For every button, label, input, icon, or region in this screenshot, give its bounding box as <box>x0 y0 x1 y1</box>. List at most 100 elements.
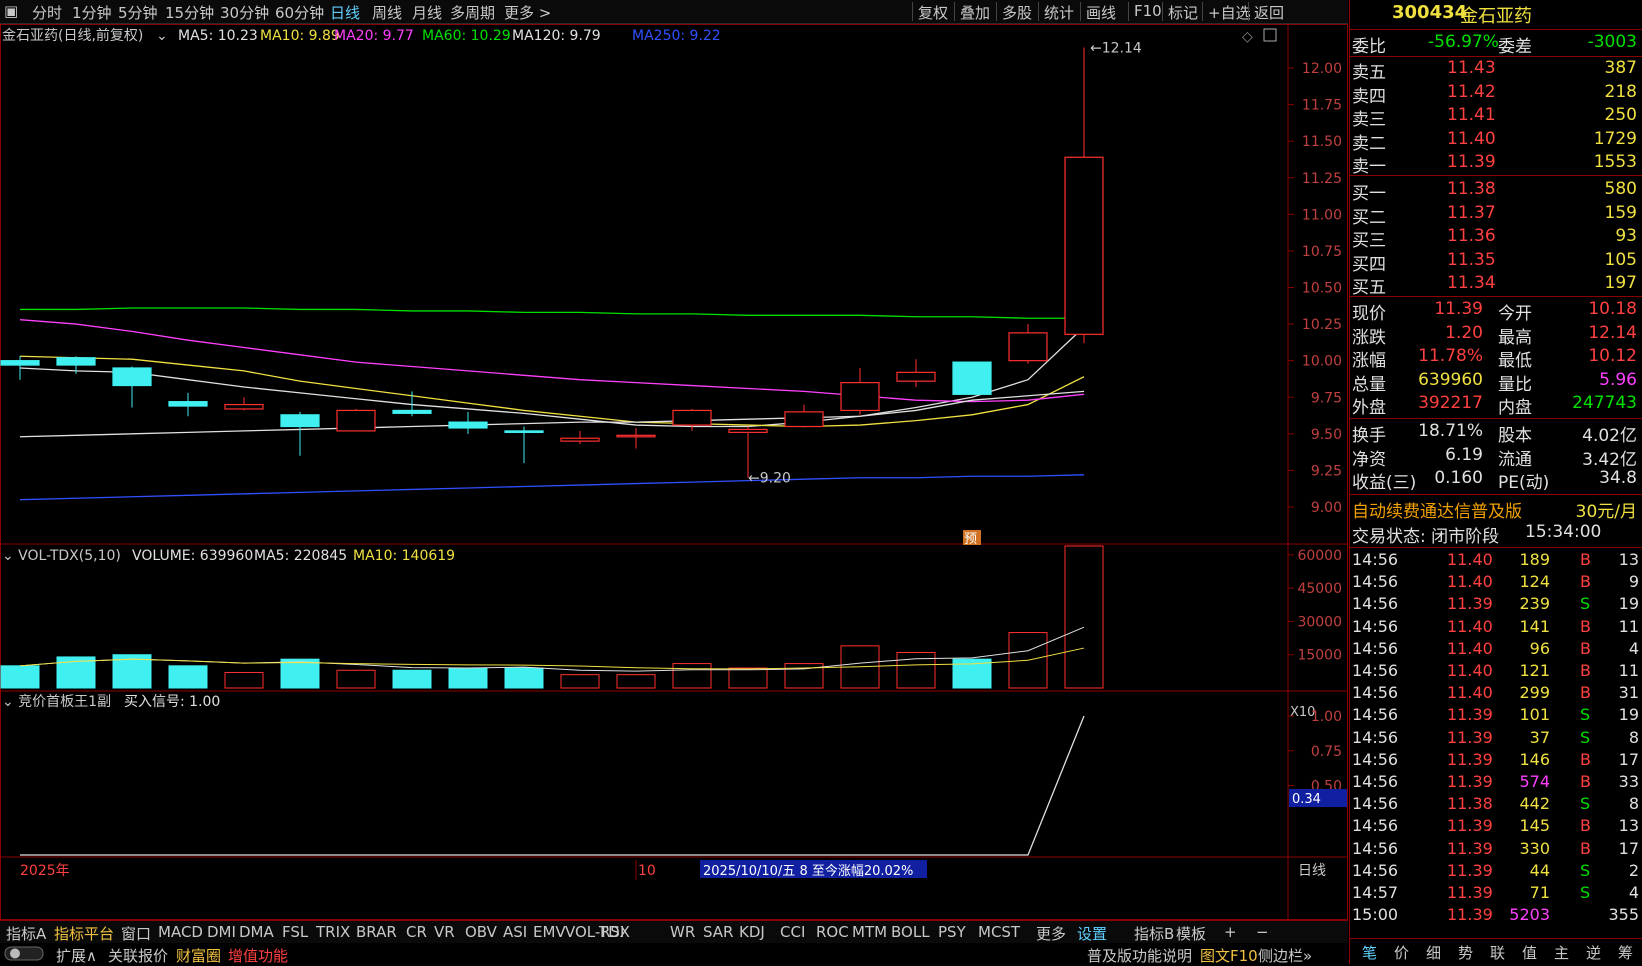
period-tab-5[interactable]: 60分钟 <box>275 2 324 23</box>
candle[interactable] <box>224 403 264 410</box>
indicator-tab-18[interactable]: KDJ <box>739 923 765 941</box>
toggle-icon[interactable] <box>4 944 44 966</box>
candle[interactable] <box>280 414 320 428</box>
candle[interactable] <box>840 382 880 412</box>
status-right-item-0[interactable]: 普及版功能说明 <box>1087 945 1192 966</box>
ask-price[interactable]: 11.39 <box>1447 152 1496 172</box>
candle[interactable] <box>0 360 40 366</box>
period-tab-0[interactable]: 分时 <box>32 2 62 23</box>
candle[interactable] <box>168 401 208 407</box>
volume-bar[interactable] <box>560 674 600 689</box>
window-menu-icon[interactable]: ▣ <box>4 2 18 20</box>
volume-bar[interactable] <box>896 652 936 689</box>
indicator-tab-16[interactable]: WR <box>670 923 695 941</box>
side-tab-0[interactable]: 笔 <box>1362 942 1377 963</box>
indicator-tab-22[interactable]: BOLL <box>891 923 930 941</box>
candle[interactable] <box>56 357 96 366</box>
status-right-item-2[interactable]: 侧边栏» <box>1258 945 1312 966</box>
indicator-tab-15[interactable]: RSI <box>600 923 624 941</box>
bid-price[interactable]: 11.36 <box>1447 226 1496 246</box>
candle[interactable] <box>448 421 488 429</box>
volume-bar[interactable] <box>448 667 488 689</box>
indicator-tab-11[interactable]: OBV <box>465 923 497 941</box>
status-item-3[interactable]: 增值功能 <box>228 945 288 966</box>
tool-button-3[interactable]: 统计 <box>1044 2 1074 23</box>
status-item-0[interactable]: 扩展∧ <box>56 945 97 966</box>
candle[interactable] <box>504 430 544 434</box>
settings-chevron-icon[interactable]: ⌄ <box>156 28 168 44</box>
side-tab-5[interactable]: 值 <box>1522 942 1537 963</box>
ask-price[interactable]: 11.41 <box>1447 105 1496 125</box>
side-tab-6[interactable]: 主 <box>1554 942 1569 963</box>
tool-button-5[interactable]: F10 <box>1134 2 1162 20</box>
indicator-tab-1[interactable]: 指标平台 <box>54 923 114 944</box>
indicator-tab-21[interactable]: MTM <box>852 923 887 941</box>
volume-bar[interactable] <box>0 665 40 689</box>
promo-text[interactable]: 自动续费通达信普及版 <box>1352 497 1522 522</box>
volume-bar[interactable] <box>224 671 264 689</box>
indicator-tab-8[interactable]: BRAR <box>356 923 397 941</box>
candle[interactable] <box>672 409 712 426</box>
volume-bar[interactable] <box>504 667 544 689</box>
ask-price[interactable]: 11.40 <box>1447 129 1496 149</box>
candle[interactable] <box>112 367 152 387</box>
side-tab-4[interactable]: 联 <box>1490 942 1505 963</box>
candle[interactable] <box>896 371 936 382</box>
panel-toggle-icon[interactable] <box>1263 28 1277 42</box>
status-right-item-1[interactable]: 图文F10 <box>1200 945 1258 966</box>
candle[interactable] <box>728 428 768 433</box>
status-item-2[interactable]: 财富圈 <box>176 945 221 966</box>
candle[interactable] <box>336 409 376 432</box>
indicator-tab-30[interactable]: − <box>1256 923 1269 941</box>
indicator-tab-29[interactable]: + <box>1224 923 1237 941</box>
diamond-icon[interactable]: ◇ <box>1242 29 1253 45</box>
tool-button-2[interactable]: 多股 <box>1002 2 1032 23</box>
volume-bar[interactable] <box>280 658 320 689</box>
tool-button-8[interactable]: 返回 <box>1254 2 1284 23</box>
volume-bar[interactable] <box>672 663 712 689</box>
status-item-1[interactable]: 关联报价 <box>108 945 168 966</box>
indicator-tab-19[interactable]: CCI <box>780 923 805 941</box>
side-tab-3[interactable]: 势 <box>1458 942 1473 963</box>
indicator-tab-0[interactable]: 指标A <box>6 923 46 944</box>
period-tab-9[interactable]: 多周期 <box>450 2 495 23</box>
indicator-tab-26[interactable]: 设置 <box>1077 923 1107 944</box>
promo-row[interactable]: 自动续费通达信普及版 30元/月 <box>1350 497 1642 522</box>
tool-button-7[interactable]: +自选 <box>1208 2 1251 23</box>
indicator-tab-25[interactable]: 更多 <box>1036 923 1066 944</box>
candle[interactable] <box>616 434 656 438</box>
indicator-tab-28[interactable]: 模板 <box>1176 923 1206 944</box>
volume-bar[interactable] <box>616 674 656 689</box>
period-tab-2[interactable]: 5分钟 <box>118 2 158 23</box>
indicator-tab-24[interactable]: MCST <box>978 923 1020 941</box>
indicator-tab-7[interactable]: TRIX <box>316 923 350 941</box>
indicator-tab-27[interactable]: 指标B <box>1134 923 1174 944</box>
volume-bar[interactable] <box>728 667 768 689</box>
tool-button-6[interactable]: 标记 <box>1168 2 1198 23</box>
indicator-tab-5[interactable]: DMA <box>239 923 274 941</box>
period-tab-8[interactable]: 月线 <box>412 2 442 23</box>
bid-price[interactable]: 11.35 <box>1447 250 1496 270</box>
volume-bar[interactable] <box>1064 545 1104 689</box>
indicator-tab-4[interactable]: DMI <box>207 923 236 941</box>
side-tab-1[interactable]: 价 <box>1394 942 1409 963</box>
indicator-tab-2[interactable]: 窗口 <box>121 923 151 944</box>
volume-bar[interactable] <box>168 665 208 689</box>
period-tab-1[interactable]: 1分钟 <box>72 2 112 23</box>
period-tab-7[interactable]: 周线 <box>372 2 402 23</box>
period-tab-6[interactable]: 日线 <box>330 2 360 23</box>
bid-price[interactable]: 11.38 <box>1447 179 1496 199</box>
period-tab-4[interactable]: 30分钟 <box>220 2 269 23</box>
candle[interactable] <box>1064 156 1104 335</box>
indicator-tab-10[interactable]: VR <box>434 923 455 941</box>
period-tab-10[interactable]: 更多 > <box>504 2 551 23</box>
indicator-tab-13[interactable]: EMV <box>533 923 566 941</box>
ask-price[interactable]: 11.42 <box>1447 82 1496 102</box>
volume-bar[interactable] <box>336 669 376 689</box>
candle[interactable] <box>560 437 600 442</box>
indicator-tab-20[interactable]: ROC <box>816 923 849 941</box>
candle[interactable] <box>1008 332 1048 362</box>
indicator-tab-23[interactable]: PSY <box>938 923 966 941</box>
indicator-tab-12[interactable]: ASI <box>503 923 527 941</box>
side-tab-2[interactable]: 细 <box>1426 942 1441 963</box>
